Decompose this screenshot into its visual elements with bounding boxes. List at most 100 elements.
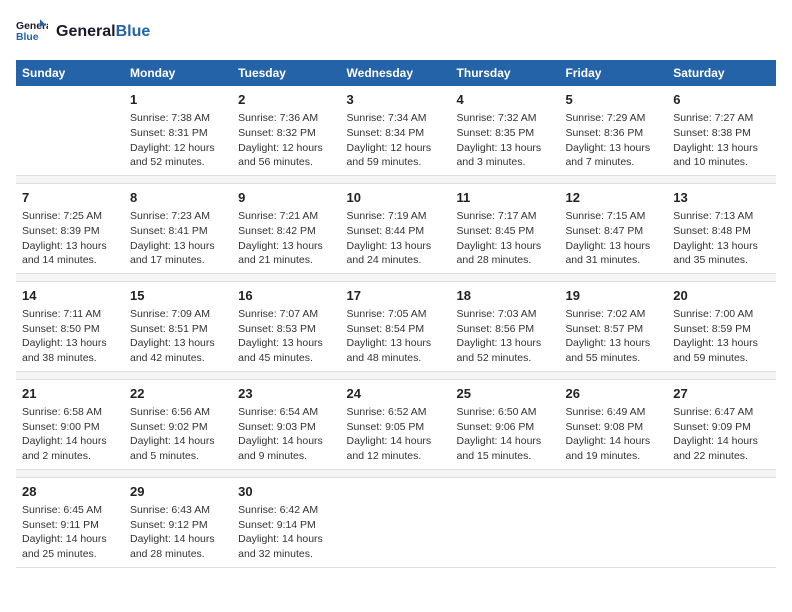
day-info: Sunrise: 7:07 AM Sunset: 8:53 PM Dayligh…: [238, 307, 334, 366]
day-number: 22: [130, 385, 226, 403]
calendar-header-row: SundayMondayTuesdayWednesdayThursdayFrid…: [16, 60, 776, 86]
day-number: 20: [673, 287, 770, 305]
calendar-cell: 5 Sunrise: 7:29 AM Sunset: 8:36 PM Daylig…: [559, 86, 667, 175]
day-number: 1: [130, 91, 226, 109]
header-thursday: Thursday: [451, 60, 560, 86]
calendar-cell: 2 Sunrise: 7:36 AM Sunset: 8:32 PM Daylig…: [232, 86, 340, 175]
day-info: Sunrise: 6:42 AM Sunset: 9:14 PM Dayligh…: [238, 503, 334, 562]
calendar-table: SundayMondayTuesdayWednesdayThursdayFrid…: [16, 60, 776, 568]
calendar-cell: 16 Sunrise: 7:07 AM Sunset: 8:53 PM Dayli…: [232, 281, 340, 371]
calendar-cell: 14 Sunrise: 7:11 AM Sunset: 8:50 PM Dayli…: [16, 281, 124, 371]
day-info: Sunrise: 6:43 AM Sunset: 9:12 PM Dayligh…: [130, 503, 226, 562]
calendar-cell: 6Sunrise: 7:27 AM Sunset: 8:38 PM Daylig…: [667, 86, 776, 175]
header-sunday: Sunday: [16, 60, 124, 86]
day-info: Sunrise: 7:13 AM Sunset: 8:48 PM Dayligh…: [673, 209, 770, 268]
day-info: Sunrise: 7:32 AM Sunset: 8:35 PM Dayligh…: [457, 111, 554, 170]
calendar-cell: 8Sunrise: 7:23 AM Sunset: 8:41 PM Daylig…: [124, 183, 232, 273]
day-info: Sunrise: 7:17 AM Sunset: 8:45 PM Dayligh…: [457, 209, 554, 268]
calendar-cell: 28 Sunrise: 6:45 AM Sunset: 9:11 PM Dayli…: [16, 477, 124, 567]
header-saturday: Saturday: [667, 60, 776, 86]
calendar-cell: 11 Sunrise: 7:17 AM Sunset: 8:45 PM Dayli…: [451, 183, 560, 273]
page-header: General Blue GeneralBlue: [16, 16, 776, 48]
calendar-cell: [559, 477, 667, 567]
day-number: 12: [565, 189, 661, 207]
day-info: Sunrise: 7:38 AM Sunset: 8:31 PM Dayligh…: [130, 111, 226, 170]
day-info: Sunrise: 7:05 AM Sunset: 8:54 PM Dayligh…: [347, 307, 445, 366]
day-info: Sunrise: 6:45 AM Sunset: 9:11 PM Dayligh…: [22, 503, 118, 562]
day-number: 14: [22, 287, 118, 305]
calendar-cell: 7Sunrise: 7:25 AM Sunset: 8:39 PM Daylig…: [16, 183, 124, 273]
day-info: Sunrise: 6:52 AM Sunset: 9:05 PM Dayligh…: [347, 405, 445, 464]
day-number: 16: [238, 287, 334, 305]
day-info: Sunrise: 7:29 AM Sunset: 8:36 PM Dayligh…: [565, 111, 661, 170]
day-info: Sunrise: 7:21 AM Sunset: 8:42 PM Dayligh…: [238, 209, 334, 268]
day-number: 15: [130, 287, 226, 305]
calendar-week-row: 14 Sunrise: 7:11 AM Sunset: 8:50 PM Dayli…: [16, 281, 776, 371]
day-info: Sunrise: 7:36 AM Sunset: 8:32 PM Dayligh…: [238, 111, 334, 170]
day-number: 13: [673, 189, 770, 207]
logo: General Blue GeneralBlue: [16, 16, 150, 48]
calendar-cell: 29 Sunrise: 6:43 AM Sunset: 9:12 PM Dayli…: [124, 477, 232, 567]
header-monday: Monday: [124, 60, 232, 86]
day-info: Sunrise: 6:47 AM Sunset: 9:09 PM Dayligh…: [673, 405, 770, 464]
day-info: Sunrise: 7:02 AM Sunset: 8:57 PM Dayligh…: [565, 307, 661, 366]
day-number: 2: [238, 91, 334, 109]
calendar-cell: 12 Sunrise: 7:15 AM Sunset: 8:47 PM Dayli…: [559, 183, 667, 273]
calendar-cell: 23 Sunrise: 6:54 AM Sunset: 9:03 PM Dayli…: [232, 379, 340, 469]
calendar-cell: 27 Sunrise: 6:47 AM Sunset: 9:09 PM Dayli…: [667, 379, 776, 469]
calendar-cell: 9 Sunrise: 7:21 AM Sunset: 8:42 PM Daylig…: [232, 183, 340, 273]
svg-text:Blue: Blue: [16, 32, 39, 43]
calendar-cell: 25 Sunrise: 6:50 AM Sunset: 9:06 PM Dayli…: [451, 379, 560, 469]
calendar-cell: 22 Sunrise: 6:56 AM Sunset: 9:02 PM Dayli…: [124, 379, 232, 469]
day-number: 11: [457, 189, 554, 207]
calendar-cell: 26Sunrise: 6:49 AM Sunset: 9:08 PM Dayli…: [559, 379, 667, 469]
day-info: Sunrise: 7:00 AM Sunset: 8:59 PM Dayligh…: [673, 307, 770, 366]
day-number: 17: [347, 287, 445, 305]
calendar-cell: 20 Sunrise: 7:00 AM Sunset: 8:59 PM Dayli…: [667, 281, 776, 371]
calendar-cell: 10 Sunrise: 7:19 AM Sunset: 8:44 PM Dayli…: [341, 183, 451, 273]
day-number: 21: [22, 385, 118, 403]
calendar-cell: [341, 477, 451, 567]
calendar-cell: 15 Sunrise: 7:09 AM Sunset: 8:51 PM Dayli…: [124, 281, 232, 371]
day-number: 26: [565, 385, 661, 403]
day-number: 29: [130, 483, 226, 501]
day-number: 7: [22, 189, 118, 207]
day-info: Sunrise: 6:54 AM Sunset: 9:03 PM Dayligh…: [238, 405, 334, 464]
calendar-cell: [451, 477, 560, 567]
day-info: Sunrise: 7:11 AM Sunset: 8:50 PM Dayligh…: [22, 307, 118, 366]
day-number: 27: [673, 385, 770, 403]
day-number: 9: [238, 189, 334, 207]
day-number: 10: [347, 189, 445, 207]
calendar-cell: 13 Sunrise: 7:13 AM Sunset: 8:48 PM Dayli…: [667, 183, 776, 273]
day-info: Sunrise: 7:15 AM Sunset: 8:47 PM Dayligh…: [565, 209, 661, 268]
calendar-week-row: 21 Sunrise: 6:58 AM Sunset: 9:00 PM Dayli…: [16, 379, 776, 469]
day-info: Sunrise: 7:09 AM Sunset: 8:51 PM Dayligh…: [130, 307, 226, 366]
logo-text: GeneralBlue: [56, 22, 150, 41]
logo-icon: General Blue: [16, 16, 48, 48]
day-number: 28: [22, 483, 118, 501]
calendar-cell: [16, 86, 124, 175]
calendar-cell: 3Sunrise: 7:34 AM Sunset: 8:34 PM Daylig…: [341, 86, 451, 175]
day-number: 5: [565, 91, 661, 109]
day-number: 23: [238, 385, 334, 403]
day-info: Sunrise: 7:19 AM Sunset: 8:44 PM Dayligh…: [347, 209, 445, 268]
calendar-week-row: 7Sunrise: 7:25 AM Sunset: 8:39 PM Daylig…: [16, 183, 776, 273]
calendar-cell: 21 Sunrise: 6:58 AM Sunset: 9:00 PM Dayli…: [16, 379, 124, 469]
day-number: 19: [565, 287, 661, 305]
header-friday: Friday: [559, 60, 667, 86]
calendar-cell: 4Sunrise: 7:32 AM Sunset: 8:35 PM Daylig…: [451, 86, 560, 175]
calendar-cell: 1 Sunrise: 7:38 AM Sunset: 8:31 PM Daylig…: [124, 86, 232, 175]
calendar-week-row: 1 Sunrise: 7:38 AM Sunset: 8:31 PM Daylig…: [16, 86, 776, 175]
day-info: Sunrise: 6:50 AM Sunset: 9:06 PM Dayligh…: [457, 405, 554, 464]
day-number: 24: [347, 385, 445, 403]
header-tuesday: Tuesday: [232, 60, 340, 86]
day-number: 18: [457, 287, 554, 305]
calendar-cell: 18Sunrise: 7:03 AM Sunset: 8:56 PM Dayli…: [451, 281, 560, 371]
day-number: 25: [457, 385, 554, 403]
calendar-cell: [667, 477, 776, 567]
day-number: 8: [130, 189, 226, 207]
day-info: Sunrise: 6:58 AM Sunset: 9:00 PM Dayligh…: [22, 405, 118, 464]
calendar-week-row: 28 Sunrise: 6:45 AM Sunset: 9:11 PM Dayli…: [16, 477, 776, 567]
day-info: Sunrise: 6:56 AM Sunset: 9:02 PM Dayligh…: [130, 405, 226, 464]
header-wednesday: Wednesday: [341, 60, 451, 86]
